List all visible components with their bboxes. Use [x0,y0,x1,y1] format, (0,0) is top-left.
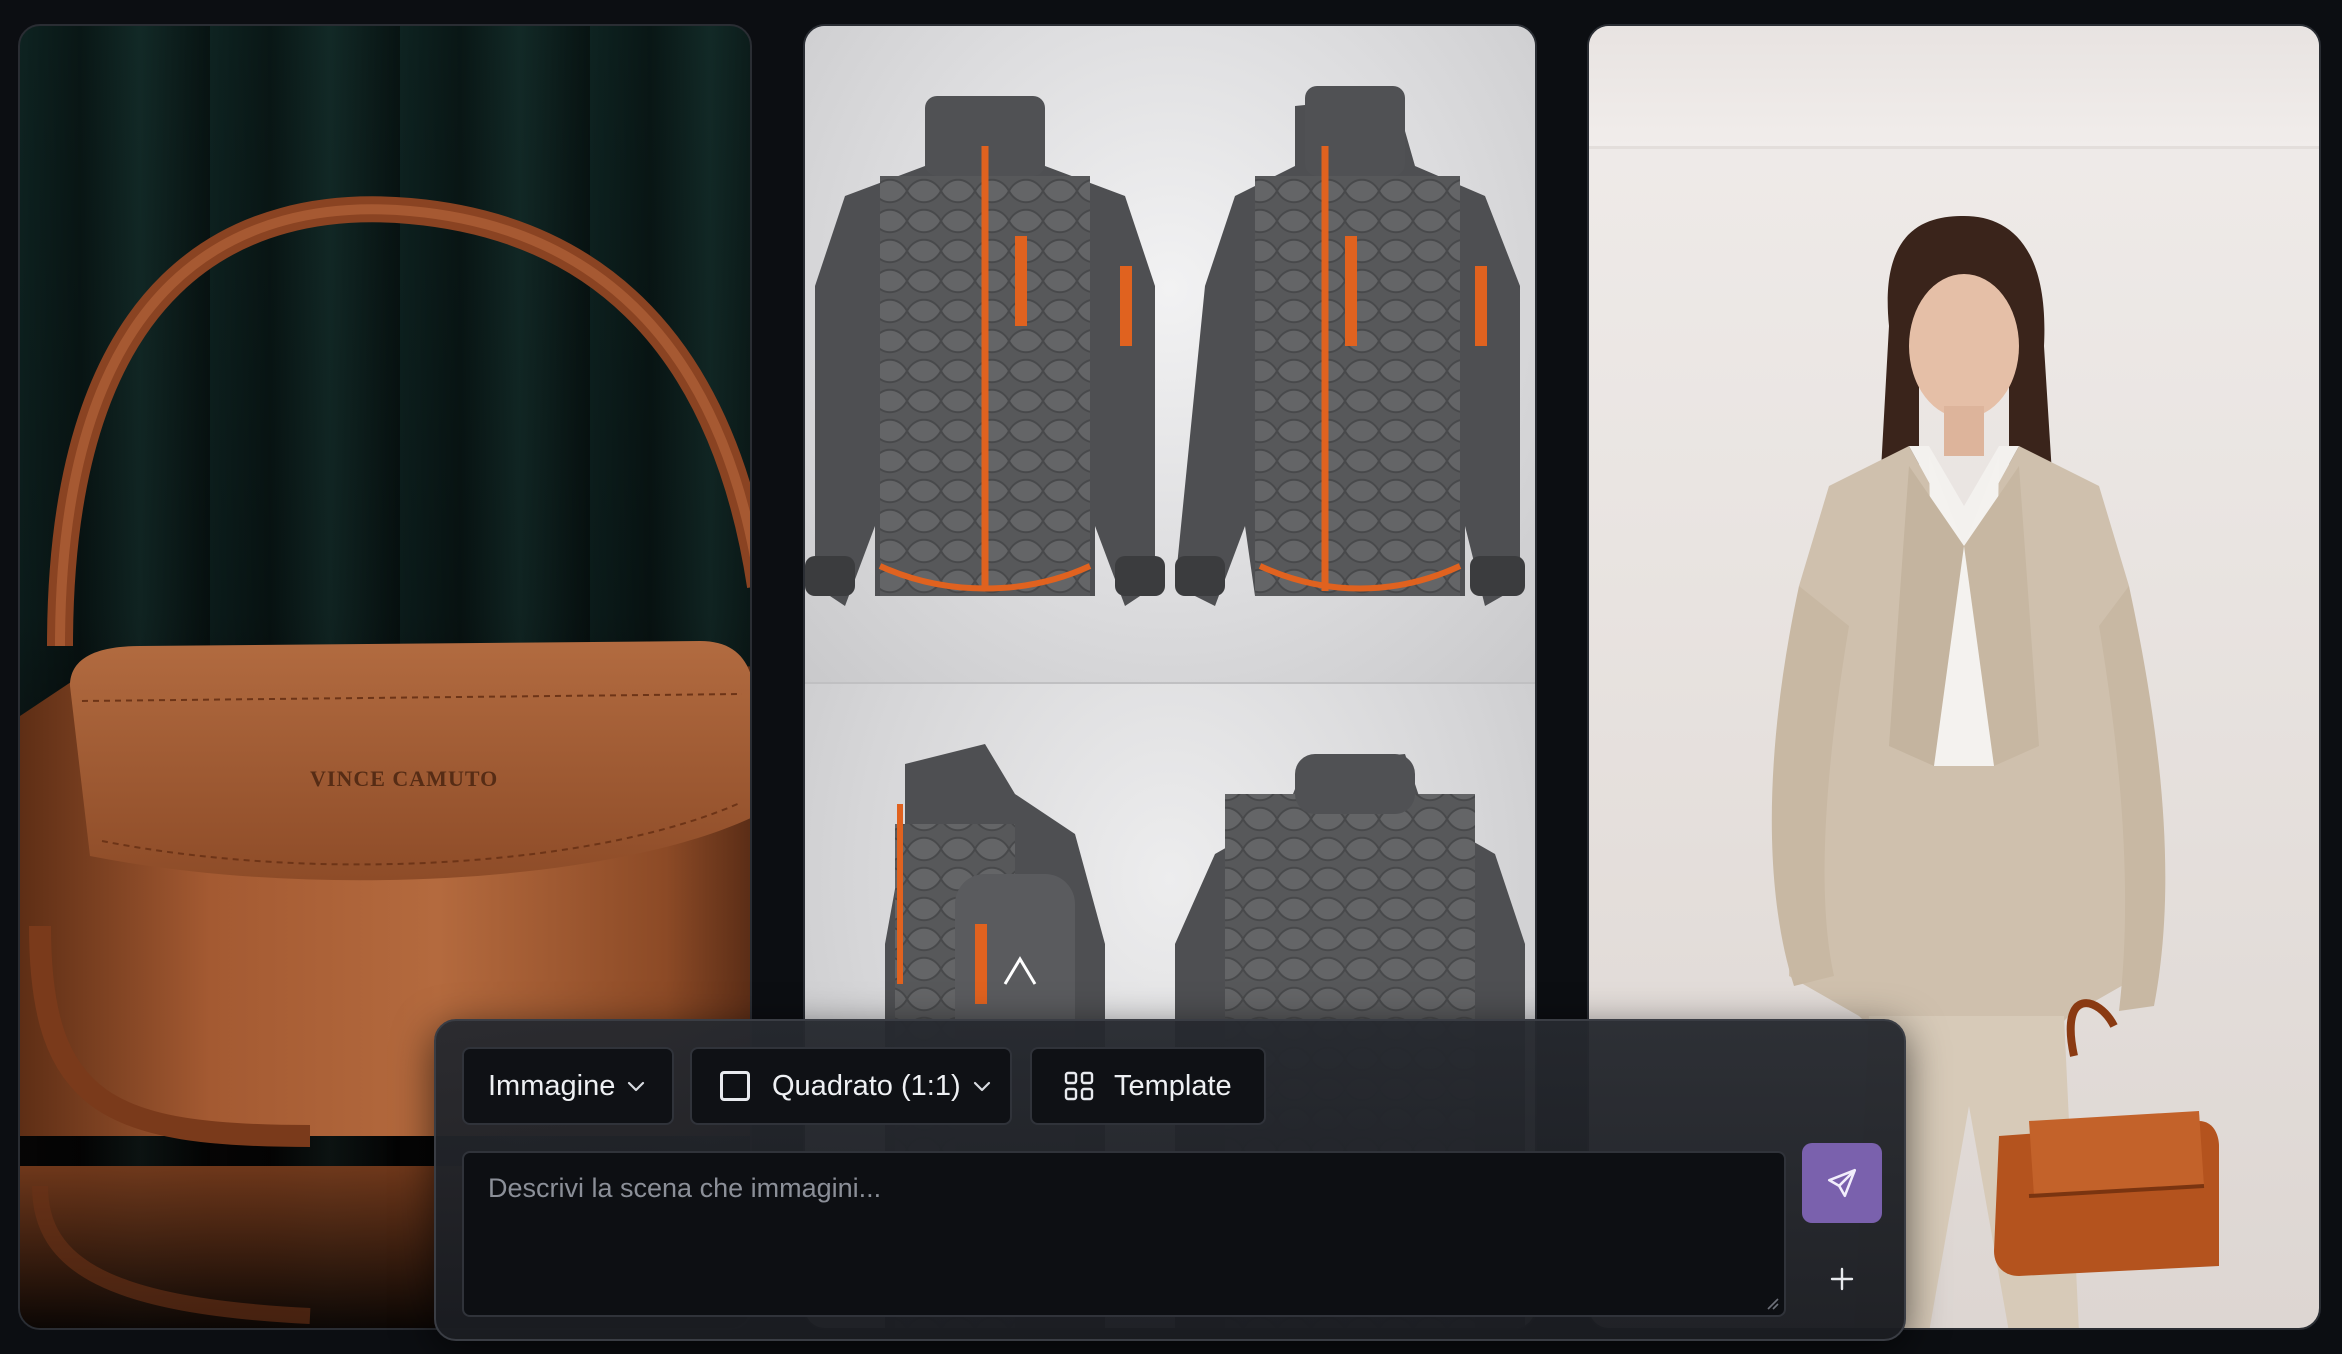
jacket-illustration-front [805,86,1525,606]
send-icon [1827,1168,1857,1198]
resize-handle-icon[interactable] [1764,1295,1780,1311]
prompt-input[interactable] [464,1153,1784,1315]
app-stage: VINCE CAMUTO Immagine Quadrato (1:1) Tem… [0,0,2342,1354]
aspect-ratio-select[interactable]: Quadrato (1:1) [690,1047,1012,1125]
add-button[interactable] [1812,1249,1872,1309]
send-button[interactable] [1802,1143,1882,1223]
prompt-field [462,1151,1786,1317]
jacket-front-views [805,26,1535,682]
template-button[interactable]: Template [1030,1047,1266,1125]
media-type-label: Immagine [488,1069,616,1102]
chevron-down-icon [625,1075,647,1097]
plus-icon [1830,1267,1854,1291]
template-label: Template [1114,1069,1232,1102]
brand-emboss: VINCE CAMUTO [310,766,498,791]
media-type-select[interactable]: Immagine [462,1047,674,1125]
chevron-down-icon [971,1075,993,1097]
aspect-ratio-label: Quadrato (1:1) [772,1069,961,1102]
square-icon [720,1071,750,1101]
grid-icon [1064,1071,1094,1101]
prompt-composer: Immagine Quadrato (1:1) Template [434,1019,1906,1341]
